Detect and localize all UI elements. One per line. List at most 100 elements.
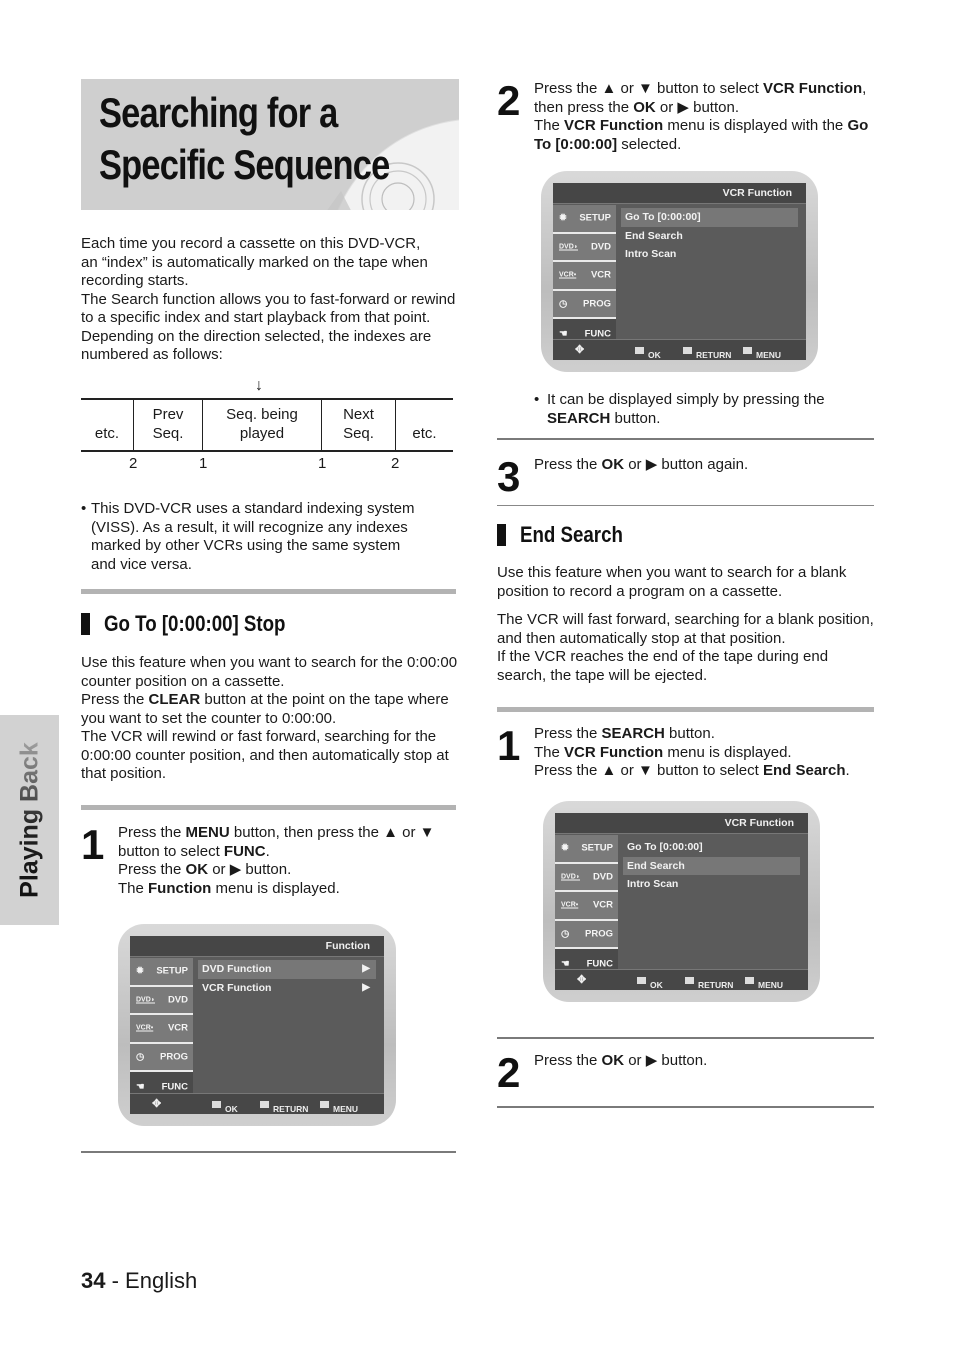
osd-item-dvd-function: DVD Function ▶	[198, 960, 376, 979]
vcr-function-menu-end-search-screenshot: VCR Function ✹ SETUP DVD◗ DVD VCR▪ VCR ◷ PRO…	[543, 801, 820, 1002]
gear-icon: ✹	[561, 842, 569, 854]
osd-item-list: DVD Function ▶ VCR Function ▶	[198, 960, 376, 997]
osd-item-end-search: End Search	[623, 856, 800, 875]
osd-footer: ✥ OK RETURN MENU	[130, 1093, 384, 1114]
hand-icon: ☚	[559, 328, 568, 340]
step-number: 2	[497, 77, 521, 124]
osd-footer: ✥ OK RETURN MENU	[553, 339, 806, 360]
osd-side-setup: ✹ SETUP	[130, 958, 193, 987]
intro-paragraph: Each time you record a cassette on this …	[81, 235, 456, 363]
osd-title: VCR Function	[555, 813, 808, 834]
navigate-icon: ✥	[577, 974, 587, 986]
end-step1-text: Press the SEARCH button. The VCR Functio…	[534, 725, 850, 779]
osd-title: VCR Function	[553, 183, 806, 204]
osd-footer: ✥ OK RETURN MENU	[555, 969, 808, 990]
return-icon	[260, 1101, 269, 1109]
seq-cell-etc-right: etc.	[412, 424, 437, 442]
page-title: Searching for a Specific Sequence	[99, 89, 390, 188]
seq-index-number: 2	[391, 455, 400, 472]
language-label: English	[125, 1268, 198, 1293]
dvd-icon: DVD◗	[559, 243, 579, 251]
osd-item-list: Go To [0:00:00] End Search Intro Scan	[623, 838, 800, 894]
ok-icon	[637, 977, 646, 985]
osd-side-dvd: DVD◗ DVD	[555, 863, 618, 893]
page-footer: 34 - English	[81, 1268, 198, 1293]
function-menu-screenshot: Function ✹ SETUP DVD◗ DVD VCR▪ VCR ◷ PROG ☚ F…	[118, 924, 396, 1126]
hand-icon: ☚	[561, 958, 570, 970]
vcr-function-menu-goto-screenshot: VCR Function ✹ SETUP DVD◗ DVD VCR▪ VCR ◷ PRO…	[541, 171, 818, 372]
osd-side-prog: ◷ PROG	[555, 920, 618, 950]
osd-sidebar: ✹ SETUP DVD◗ DVD VCR▪ VCR ◷ PROG ☚ FUNC	[553, 205, 616, 348]
osd-item-intro-scan: Intro Scan	[625, 248, 677, 260]
clock-icon: ◷	[561, 928, 570, 940]
menu-icon	[743, 347, 752, 355]
osd-screen: VCR Function ✹ SETUP DVD◗ DVD VCR▪ VCR ◷ PRO…	[555, 813, 808, 990]
step-number: 3	[497, 453, 521, 500]
osd-side-prog: ◷ PROG	[553, 290, 616, 320]
menu-icon	[745, 977, 754, 985]
seq-index-number: 2	[129, 455, 138, 472]
dvd-icon: DVD◗	[136, 996, 156, 1004]
vcr-icon: VCR▪	[559, 271, 577, 279]
osd-side-setup: ✹ SETUP	[555, 835, 618, 864]
goto-description: Use this feature when you want to search…	[81, 654, 458, 782]
heading-marker-icon	[497, 524, 506, 546]
dvd-icon: DVD◗	[561, 873, 581, 881]
ok-icon	[212, 1101, 221, 1109]
seq-cell-prev: Prev Seq.	[134, 400, 203, 450]
osd-item-intro-scan: Intro Scan	[627, 878, 679, 890]
viss-note: • This DVD-VCR uses a standard indexing …	[81, 500, 415, 573]
right-arrow-icon: ▶	[362, 963, 370, 974]
osd-side-dvd: DVD◗ DVD	[553, 233, 616, 263]
goto-section-heading: Go To [0:00:00] Stop	[81, 611, 318, 637]
end-search-section-heading: End Search	[497, 522, 641, 548]
return-icon	[685, 977, 694, 985]
vcr-icon: VCR▪	[136, 1024, 154, 1032]
clock-icon: ◷	[136, 1051, 145, 1063]
osd-side-vcr: VCR▪ VCR	[555, 892, 618, 921]
osd-screen: VCR Function ✹ SETUP DVD◗ DVD VCR▪ VCR ◷ PRO…	[553, 183, 806, 360]
heading-marker-icon	[81, 613, 90, 635]
step-number: 1	[497, 722, 521, 769]
osd-title: Function	[130, 936, 384, 957]
sequence-index-table: etc. Prev Seq. Seq. being played Next Seq. …	[81, 398, 453, 452]
menu-icon	[320, 1101, 329, 1109]
osd-side-vcr: VCR▪ VCR	[130, 1015, 193, 1044]
section-end-divider	[81, 1151, 456, 1153]
page-number: 34	[81, 1268, 106, 1293]
section-divider	[81, 589, 456, 594]
ok-icon	[635, 347, 644, 355]
search-button-note: • It can be displayed simply by pressing…	[534, 391, 825, 427]
step-number: 1	[81, 821, 105, 868]
current-position-arrow-icon: ↓	[255, 377, 263, 394]
end-step2-text: Press the OK or ▶ button.	[534, 1052, 708, 1069]
seq-cell-etc-left: etc.	[81, 400, 134, 450]
navigate-icon: ✥	[152, 1098, 162, 1110]
osd-side-vcr: VCR▪ VCR	[553, 262, 616, 291]
osd-side-setup: ✹ SETUP	[553, 205, 616, 234]
goto-step1-text: Press the MENU button, then press the ▲ …	[118, 824, 435, 897]
seq-cell-next: Next Seq.	[322, 400, 396, 450]
osd-side-dvd: DVD◗ DVD	[130, 986, 193, 1016]
seq-index-number: 1	[199, 455, 208, 472]
page-title-banner: Searching for a Specific Sequence	[81, 79, 459, 210]
section-side-tab: Playing Back	[0, 715, 59, 925]
gear-icon: ✹	[136, 965, 144, 977]
step-divider	[81, 805, 456, 810]
goto-step2-text: Press the ▲ or ▼ button to select VCR Fu…	[534, 80, 869, 153]
osd-screen: Function ✹ SETUP DVD◗ DVD VCR▪ VCR ◷ PROG ☚ F…	[130, 936, 384, 1114]
hand-icon: ☚	[136, 1081, 145, 1093]
osd-item-list: Go To [0:00:00] End Search Intro Scan	[621, 208, 798, 264]
end-search-description: Use this feature when you want to search…	[497, 564, 874, 684]
section-divider	[497, 505, 874, 506]
osd-item-goto: Go To [0:00:00]	[627, 841, 703, 853]
osd-sidebar: ✹ SETUP DVD◗ DVD VCR▪ VCR ◷ PROG ☚ FUNC	[555, 835, 618, 978]
side-tab-label: Playing Back	[15, 742, 43, 898]
osd-sidebar: ✹ SETUP DVD◗ DVD VCR▪ VCR ◷ PROG ☚ FUNC	[130, 958, 193, 1101]
seq-index-number: 1	[318, 455, 327, 472]
vcr-icon: VCR▪	[561, 901, 579, 909]
right-arrow-icon: ▶	[362, 981, 370, 993]
step-divider	[497, 438, 874, 440]
osd-item-end-search: End Search	[625, 229, 683, 242]
navigate-icon: ✥	[575, 344, 585, 356]
